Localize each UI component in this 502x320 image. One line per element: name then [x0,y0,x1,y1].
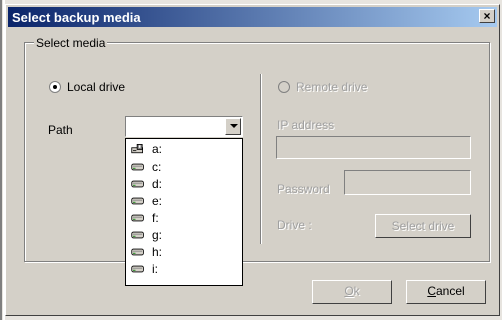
password-label: Password [277,182,330,196]
drive-label: f: [152,211,159,225]
ok-mnemonic: O [344,284,354,298]
drive-option-g[interactable]: g: [128,227,240,243]
drive-label: a: [152,142,163,156]
ok-label-rest: k [353,284,360,298]
hard-drive-icon [131,180,144,188]
chevron-down-icon [230,124,238,128]
drive-label: d: [152,177,163,191]
drive-option-f[interactable]: f: [128,210,240,226]
local-drive-radio[interactable] [49,81,61,93]
remote-drive-label[interactable]: Remote drive [296,80,367,94]
drive-option-a[interactable]: a: [128,141,240,157]
drive-label: e: [152,194,163,208]
hard-drive-icon [131,248,144,256]
drive-option-c[interactable]: c: [128,159,240,175]
background-edge [0,0,2,320]
remote-drive-radio[interactable] [278,81,290,93]
drive-label-remote: Drive : [277,218,312,232]
vertical-divider [260,74,261,244]
ip-address-label: IP address [277,118,335,132]
local-drive-label[interactable]: Local drive [67,80,125,94]
drive-option-d[interactable]: d: [128,176,240,192]
drive-label: g: [152,228,163,242]
cancel-label-rest: ancel [435,284,465,298]
drive-dropdown-list: a: c: d: e: f: g: h: i: [125,138,243,286]
select-drive-button[interactable]: Select drive [375,214,471,238]
path-combobox[interactable] [125,116,243,137]
close-button[interactable]: × [479,9,495,23]
path-label: Path [48,123,73,137]
close-icon: × [483,9,491,23]
cancel-button[interactable]: Cancel [406,280,486,304]
hard-drive-icon [131,231,144,239]
hard-drive-icon [131,197,144,205]
drive-option-e[interactable]: e: [128,193,240,209]
hard-drive-icon [131,265,144,273]
drive-option-h[interactable]: h: [128,244,240,260]
group-label: Select media [34,36,108,50]
hard-drive-icon [131,163,144,171]
ip-address-field[interactable] [276,136,471,159]
path-dropdown-button[interactable] [225,118,241,135]
title-bar[interactable]: Select backup media × [8,7,497,27]
drive-label: i: [152,262,158,276]
drive-label: h: [152,245,163,259]
drive-label: c: [152,160,162,174]
password-field[interactable] [344,170,471,195]
drive-option-i[interactable]: i: [128,261,240,277]
hard-drive-icon [131,214,144,222]
radio-selected-dot [53,85,57,89]
floppy-drive-icon [131,144,144,154]
ok-button[interactable]: Ok [312,280,392,304]
dialog-title: Select backup media [12,10,141,25]
cancel-mnemonic: C [427,284,436,298]
